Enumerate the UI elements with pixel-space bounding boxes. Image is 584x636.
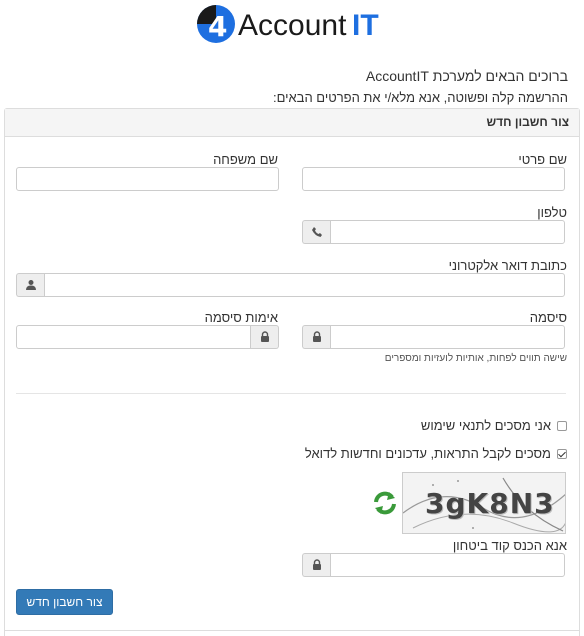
terms-row: אני מסכים לתנאי שימוש [421, 418, 567, 433]
captcha-text: 3gK8N3 [425, 487, 555, 520]
newsletter-row: מסכים לקבל התראות, עדכונים וחדשות לדואל [305, 446, 567, 461]
terms-checkbox[interactable] [557, 420, 567, 431]
password-confirm-input-group [16, 325, 279, 349]
password-label: סיסמה [529, 310, 567, 325]
last-name-input[interactable] [16, 167, 279, 191]
create-account-button[interactable]: צור חשבון חדש [16, 589, 113, 615]
logo-svg: 4 Account IT [197, 5, 379, 43]
newsletter-label[interactable]: מסכים לקבל התראות, עדכונים וחדשות לדואל [305, 446, 551, 461]
logo-text-accent: IT [352, 9, 379, 42]
lock-icon [302, 553, 330, 577]
email-input-group [16, 273, 565, 297]
phone-label: טלפון [537, 205, 567, 220]
newsletter-checkbox[interactable] [557, 448, 567, 459]
user-icon [16, 273, 44, 297]
bottom-divider [4, 630, 580, 631]
captcha-input[interactable] [330, 553, 565, 577]
password-hint: שישה תווים לפחות, אותיות לועזיות ומספרים [384, 353, 567, 364]
last-name-label: שם משפחה [213, 152, 278, 167]
refresh-icon[interactable] [372, 490, 398, 516]
captcha-input-group [302, 553, 565, 577]
password-input[interactable] [330, 325, 565, 349]
logo-text-main: Account [238, 9, 347, 42]
form-divider [16, 393, 566, 394]
captcha-image: 3gK8N3 [402, 472, 566, 534]
captcha-label: אנא הכנס קוד ביטחון [452, 538, 567, 553]
phone-input-group [302, 220, 565, 244]
lock-icon [251, 325, 279, 349]
lock-icon [302, 325, 330, 349]
logo-mark: 4 [208, 10, 227, 43]
phone-input[interactable] [330, 220, 565, 244]
phone-icon [302, 220, 330, 244]
first-name-label: שם פרטי [518, 152, 567, 167]
password-confirm-input[interactable] [16, 325, 251, 349]
password-confirm-label: אימות סיסמה [204, 310, 278, 325]
password-input-group [302, 325, 565, 349]
welcome-heading: ברוכים הבאים למערכת AccountIT [365, 68, 568, 84]
panel-title: צור חשבון חדש [5, 109, 579, 137]
intro-text: ההרשמה קלה ופשוטה, אנא מלא/י את הפרטים ה… [272, 90, 568, 105]
email-input[interactable] [44, 273, 565, 297]
email-label: כתובת דואר אלקטרוני [448, 258, 567, 273]
accountit-logo: 4 Account IT [196, 2, 386, 46]
terms-label[interactable]: אני מסכים לתנאי שימוש [421, 418, 551, 433]
first-name-input[interactable] [302, 167, 565, 191]
